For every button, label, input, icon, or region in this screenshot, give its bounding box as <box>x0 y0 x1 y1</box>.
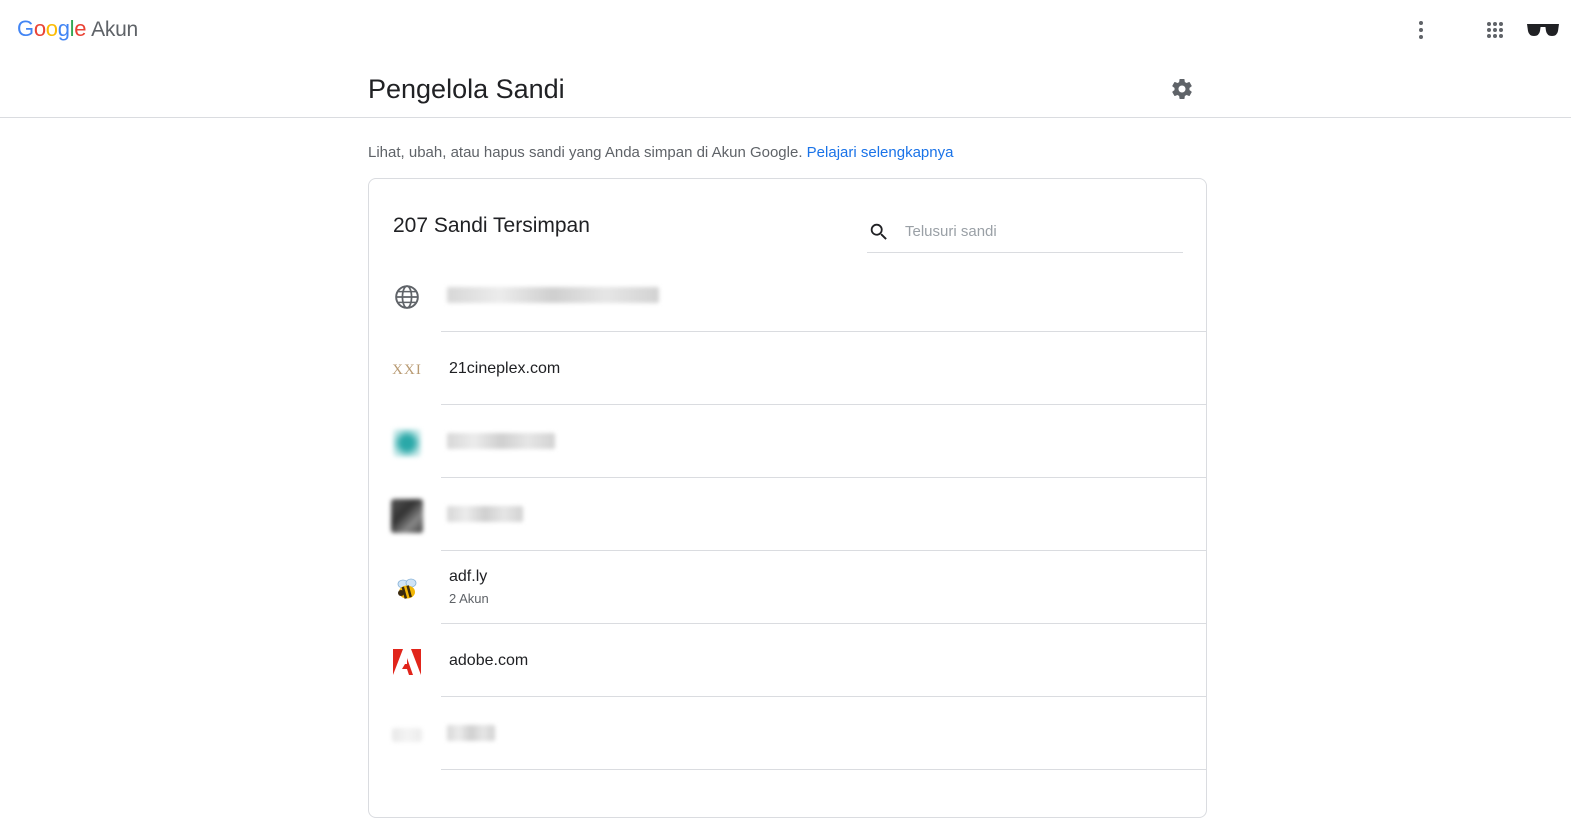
learn-more-link[interactable]: Pelajari selengkapnya <box>807 144 954 161</box>
password-list: XXI 21cineplex.com adf.ly 2 Akun adobe.c… <box>369 259 1206 770</box>
blurred-site-name <box>447 287 659 303</box>
password-row[interactable]: adobe.com <box>369 624 1206 697</box>
intro-text: Lihat, ubah, atau hapus sandi yang Anda … <box>368 144 953 161</box>
blurred-site-name <box>447 506 523 522</box>
password-row[interactable]: XXI 21cineplex.com <box>369 332 1206 405</box>
password-row[interactable]: adf.ly 2 Akun <box>369 551 1206 624</box>
saved-passwords-count: 207 Sandi Tersimpan <box>393 214 590 237</box>
bee-icon <box>391 573 423 605</box>
password-row[interactable] <box>369 697 1206 770</box>
password-row[interactable] <box>369 259 1206 332</box>
intro-description: Lihat, ubah, atau hapus sandi yang Anda … <box>368 144 803 161</box>
blurred-site-name <box>447 725 495 741</box>
search-box[interactable] <box>867 211 1183 253</box>
gear-icon[interactable] <box>1169 76 1195 102</box>
page-header: Pengelola Sandi <box>0 60 1571 118</box>
account-count: 2 Akun <box>449 591 489 606</box>
google-logo: Google <box>17 16 87 41</box>
sunglasses-avatar-icon[interactable] <box>1525 18 1561 42</box>
saved-passwords-card: 207 Sandi Tersimpan Telusuri sandi XXI 2… <box>368 178 1207 818</box>
adobe-icon <box>391 646 423 678</box>
search-input[interactable] <box>903 222 1173 241</box>
blurred-site-icon <box>391 719 423 751</box>
site-name: adobe.com <box>449 652 529 669</box>
apps-grid-icon[interactable] <box>1481 16 1509 44</box>
password-row[interactable] <box>369 405 1206 478</box>
page-title: Pengelola Sandi <box>368 74 565 104</box>
google-account-logo[interactable]: Google Akun <box>17 16 138 42</box>
search-icon <box>867 220 891 244</box>
blurred-site-name <box>447 433 555 449</box>
xxi-logo-icon: XXI <box>392 361 422 378</box>
site-name: adf.ly <box>449 568 488 585</box>
globe-icon <box>391 281 423 313</box>
site-name: 21cineplex.com <box>449 360 561 377</box>
more-vert-icon[interactable] <box>1407 16 1435 44</box>
blurred-site-icon <box>391 427 423 459</box>
product-name: Akun <box>91 18 138 41</box>
top-bar: Google Akun <box>0 0 1571 60</box>
row-divider <box>441 769 1206 770</box>
password-row[interactable] <box>369 478 1206 551</box>
blurred-site-icon <box>391 499 423 533</box>
